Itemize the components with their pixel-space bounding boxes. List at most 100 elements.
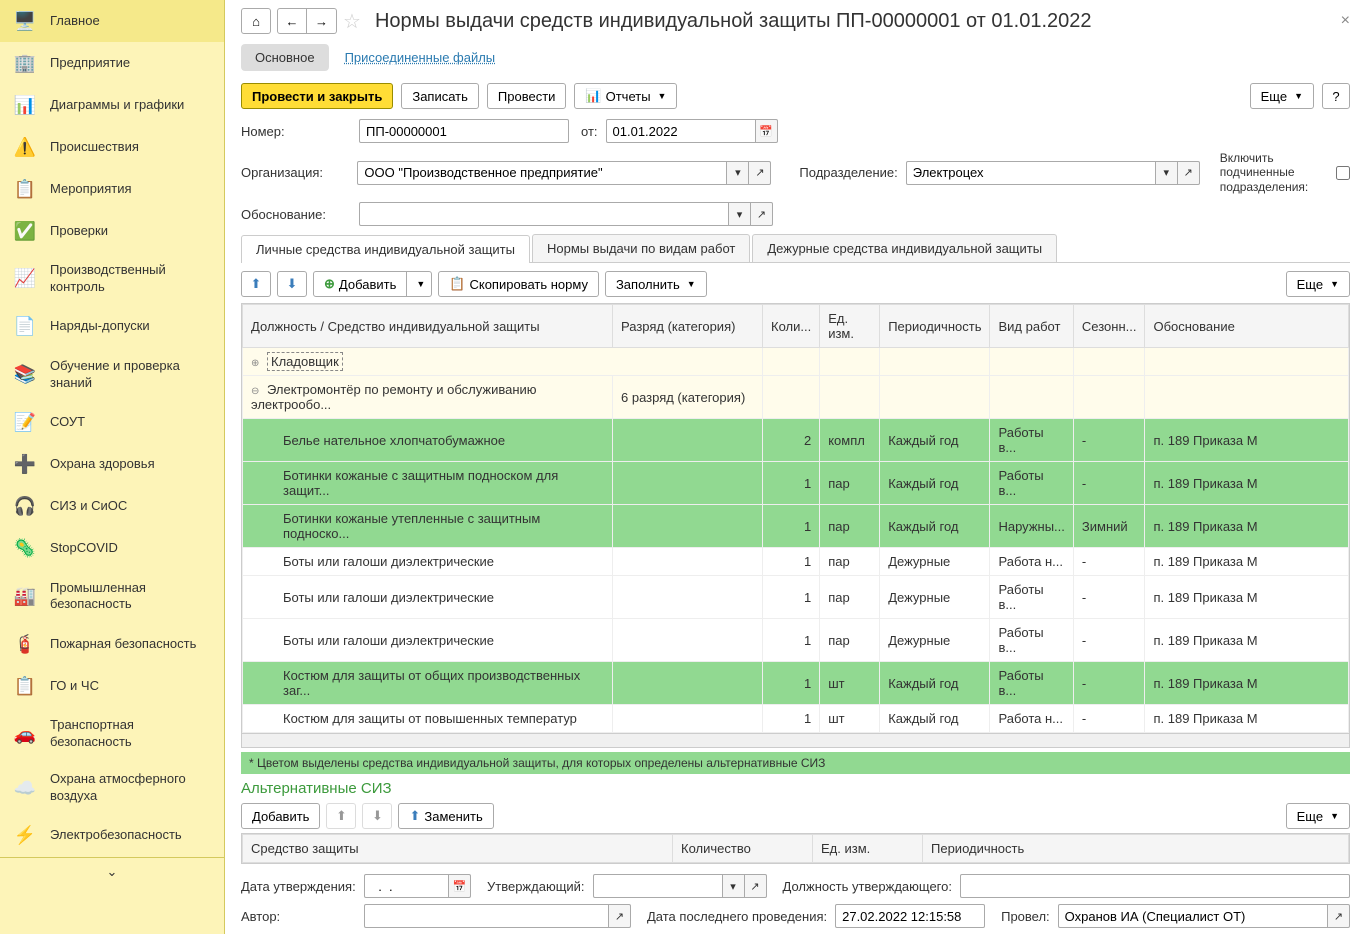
alt-col-unit[interactable]: Ед. изм. — [813, 835, 923, 863]
nav-forward-button[interactable]: → — [307, 8, 337, 34]
dropdown-icon[interactable]: ▾ — [727, 161, 749, 185]
tab-personal[interactable]: Личные средства индивидуальной защиты — [241, 235, 530, 263]
horizontal-scrollbar[interactable] — [242, 733, 1349, 747]
calendar-icon[interactable]: 📅 — [756, 119, 778, 143]
table-row[interactable]: Костюм для защиты от общих производствен… — [243, 662, 1349, 705]
date-input[interactable] — [606, 119, 756, 143]
posted-by-input[interactable] — [1058, 904, 1328, 928]
approver-position-input[interactable] — [960, 874, 1350, 898]
approver-input[interactable] — [593, 874, 723, 898]
table-row[interactable]: Боты или галоши диэлектрические1парДежур… — [243, 548, 1349, 576]
fill-button[interactable]: Заполнить▼ — [605, 271, 707, 297]
home-button[interactable]: ⌂ — [241, 8, 271, 34]
open-icon[interactable]: ↗ — [609, 904, 631, 928]
table-row[interactable]: Ботинки кожаные утепленные с защитным по… — [243, 505, 1349, 548]
approve-date-label: Дата утверждения: — [241, 879, 356, 894]
sidebar-item-covid[interactable]: 🦠StopCOVID — [0, 528, 224, 570]
col-grade[interactable]: Разряд (категория) — [613, 305, 763, 348]
table-row[interactable]: Боты или галоши диэлектрические1парДежур… — [243, 576, 1349, 619]
sidebar-item-events[interactable]: 📋Мероприятия — [0, 168, 224, 210]
last-post-input[interactable] — [835, 904, 985, 928]
sidebar-item-emergency[interactable]: 📋ГО и ЧС — [0, 665, 224, 707]
add-button[interactable]: ⊕Добавить — [313, 271, 407, 297]
sidebar-item-charts[interactable]: 📊Диаграммы и графики — [0, 84, 224, 126]
dropdown-icon[interactable]: ▾ — [1156, 161, 1178, 185]
table-group-row[interactable]: ⊕Кладовщик — [243, 348, 1349, 376]
replace-button[interactable]: ⬆Заменить — [398, 803, 493, 829]
tab-norms-work[interactable]: Нормы выдачи по видам работ — [532, 234, 750, 262]
number-input[interactable] — [359, 119, 569, 143]
collapse-icon[interactable]: ⊖ — [251, 386, 263, 397]
open-icon[interactable]: ↗ — [745, 874, 767, 898]
sidebar-item-main[interactable]: 🖥️Главное — [0, 0, 224, 42]
dept-input[interactable] — [906, 161, 1156, 185]
col-unit[interactable]: Ед. изм. — [820, 305, 880, 348]
alt-down-button[interactable]: ⬇ — [362, 803, 392, 829]
sidebar-item-incidents[interactable]: ⚠️Происшествия — [0, 126, 224, 168]
post-button[interactable]: Провести — [487, 83, 567, 109]
subdept-checkbox[interactable] — [1336, 166, 1350, 180]
save-button[interactable]: Записать — [401, 83, 479, 109]
sidebar-item-air[interactable]: ☁️Охрана атмосферного воздуха — [0, 761, 224, 815]
favorite-icon[interactable]: ☆ — [343, 9, 361, 34]
open-icon[interactable]: ↗ — [749, 161, 771, 185]
alt-col-item[interactable]: Средство защиты — [243, 835, 673, 863]
alt-more-button[interactable]: Еще▼ — [1286, 803, 1350, 829]
sidebar-item-control[interactable]: 📈Производственный контроль — [0, 252, 224, 306]
sidebar-item-transport[interactable]: 🚗Транспортная безопасность — [0, 707, 224, 761]
calendar-icon[interactable]: 📅 — [449, 874, 471, 898]
alt-add-button[interactable]: Добавить — [241, 803, 320, 829]
close-icon[interactable]: × — [1341, 12, 1350, 30]
sidebar-item-company[interactable]: 🏢Предприятие — [0, 42, 224, 84]
col-period[interactable]: Периодичность — [880, 305, 990, 348]
alt-col-qty[interactable]: Количество — [673, 835, 813, 863]
alt-col-period[interactable]: Периодичность — [923, 835, 1349, 863]
org-input[interactable] — [357, 161, 727, 185]
sidebar-label: Пожарная безопасность — [50, 636, 196, 653]
sidebar-item-checks[interactable]: ✅Проверки — [0, 210, 224, 252]
col-work[interactable]: Вид работ — [990, 305, 1073, 348]
sidebar-item-electric[interactable]: ⚡Электробезопасность — [0, 815, 224, 857]
sidebar-item-sout[interactable]: 📝СОУТ — [0, 402, 224, 444]
sidebar-item-health[interactable]: ➕Охрана здоровья — [0, 444, 224, 486]
sidebar-item-permits[interactable]: 📄Наряды-допуски — [0, 306, 224, 348]
col-reason[interactable]: Обоснование — [1145, 305, 1349, 348]
add-dropdown-button[interactable]: ▼ — [407, 271, 432, 297]
move-down-button[interactable]: ⬇ — [277, 271, 307, 297]
sidebar-item-industrial[interactable]: 🏭Промышленная безопасность — [0, 570, 224, 624]
author-input[interactable] — [364, 904, 609, 928]
post-close-button[interactable]: Провести и закрыть — [241, 83, 393, 109]
sidebar-label: ГО и ЧС — [50, 678, 99, 695]
reports-button[interactable]: 📊Отчеты▼ — [574, 83, 677, 109]
approve-date-input[interactable] — [364, 874, 449, 898]
more-button[interactable]: Еще▼ — [1250, 83, 1314, 109]
table-row[interactable]: Ботинки кожаные с защитным подноском для… — [243, 462, 1349, 505]
expand-icon[interactable]: ⊕ — [251, 358, 263, 369]
move-up-button[interactable]: ⬆ — [241, 271, 271, 297]
tab-duty[interactable]: Дежурные средства индивидуальной защиты — [752, 234, 1057, 262]
sidebar-item-training[interactable]: 📚Обучение и проверка знаний — [0, 348, 224, 402]
table-row[interactable]: Костюм для защиты от повышенных температ… — [243, 705, 1349, 733]
subtab-files[interactable]: Присоединенные файлы — [331, 44, 510, 71]
copy-norm-button[interactable]: 📋Скопировать норму — [438, 271, 599, 297]
sidebar-item-fire[interactable]: 🧯Пожарная безопасность — [0, 623, 224, 665]
reason-input[interactable] — [359, 202, 729, 226]
open-icon[interactable]: ↗ — [1328, 904, 1350, 928]
table-group-row[interactable]: ⊖Электромонтёр по ремонту и обслуживанию… — [243, 376, 1349, 419]
col-position[interactable]: Должность / Средство индивидуальной защи… — [243, 305, 613, 348]
dropdown-icon[interactable]: ▾ — [723, 874, 745, 898]
nav-back-button[interactable]: ← — [277, 8, 307, 34]
alt-up-button[interactable]: ⬆ — [326, 803, 356, 829]
col-qty[interactable]: Коли... — [763, 305, 820, 348]
dropdown-icon[interactable]: ▾ — [729, 202, 751, 226]
col-season[interactable]: Сезонн... — [1073, 305, 1145, 348]
open-icon[interactable]: ↗ — [1178, 161, 1200, 185]
subtab-main[interactable]: Основное — [241, 44, 329, 71]
sidebar-item-ppe[interactable]: 🎧СИЗ и СиОС — [0, 486, 224, 528]
table-more-button[interactable]: Еще▼ — [1286, 271, 1350, 297]
table-row[interactable]: Боты или галоши диэлектрические1парДежур… — [243, 619, 1349, 662]
help-button[interactable]: ? — [1322, 83, 1350, 109]
sidebar-expand[interactable]: ⌄ — [0, 857, 224, 886]
open-icon[interactable]: ↗ — [751, 202, 773, 226]
table-row[interactable]: Белье нательное хлопчатобумажное2комплКа… — [243, 419, 1349, 462]
